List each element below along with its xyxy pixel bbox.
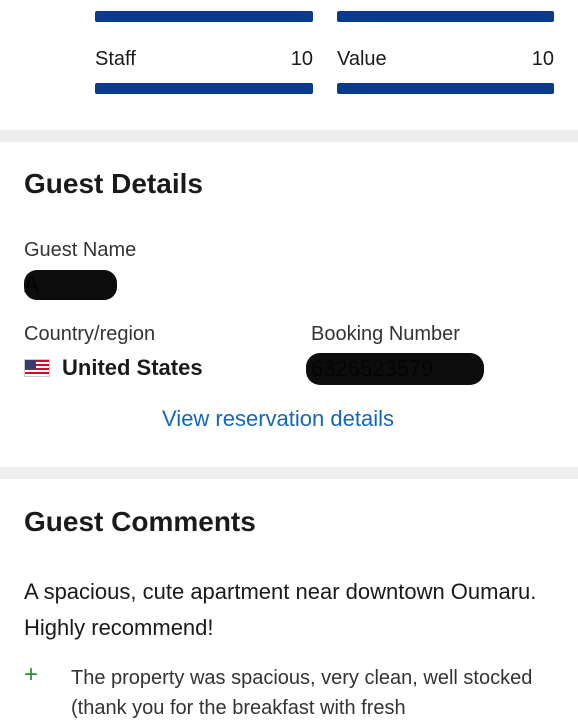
positive-comment-text: The property was spacious, very clean, w… [71, 667, 533, 719]
booking-number-label: Booking Number [311, 323, 460, 345]
plus-icon: + [24, 661, 39, 688]
value-score: 10 [531, 48, 554, 70]
value-score-bar [337, 83, 554, 94]
country-region-value: United States [24, 354, 203, 382]
section-divider [0, 130, 578, 142]
value-label: Value [337, 48, 387, 70]
staff-score: 10 [290, 48, 313, 70]
redaction-scribble [24, 270, 117, 300]
rating-bar-previous-right [337, 11, 554, 22]
comment-headline: A spacious, cute apartment near downtown… [24, 579, 537, 640]
section-divider [0, 467, 578, 479]
guest-comments-title: Guest Comments [24, 506, 256, 537]
country-region-label: Country/region [24, 323, 156, 345]
rating-scores: Staff 10 Value 10 [0, 0, 578, 128]
us-flag-icon [24, 359, 50, 377]
staff-label: Staff [95, 48, 136, 70]
rating-bar-previous-left [95, 11, 313, 22]
guest-details-title: Guest Details [24, 168, 203, 199]
view-reservation-details-link[interactable]: View reservation details [0, 406, 556, 432]
country-name: United States [62, 355, 203, 380]
guest-name-label: Guest Name [24, 239, 137, 261]
staff-score-bar [95, 83, 313, 94]
redaction-scribble [306, 353, 484, 385]
